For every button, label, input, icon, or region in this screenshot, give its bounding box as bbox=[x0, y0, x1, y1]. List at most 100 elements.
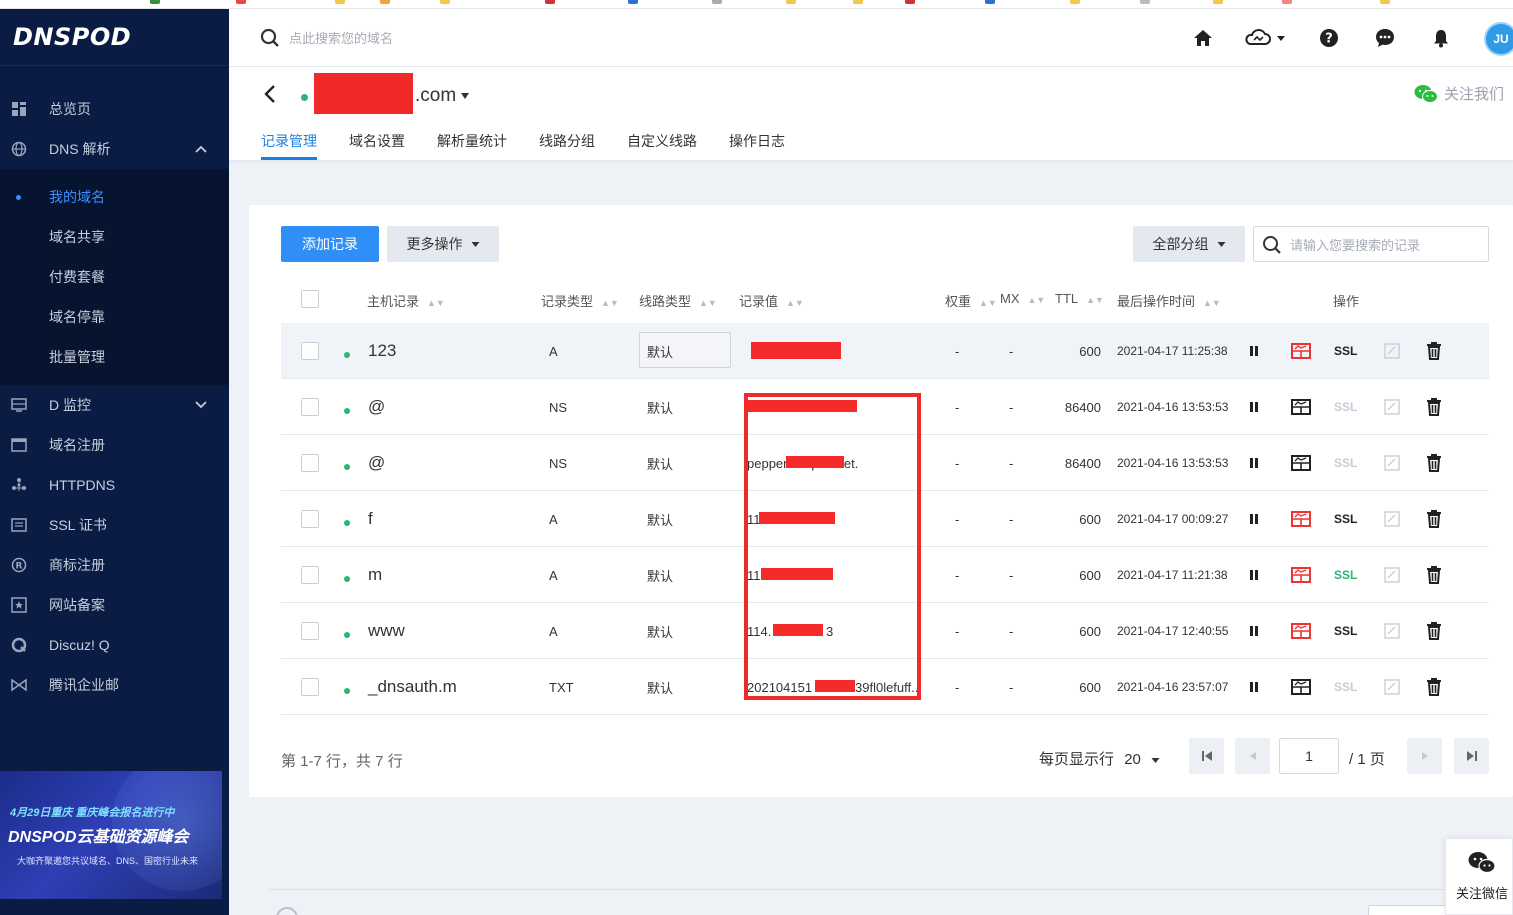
tab-record-management[interactable]: 记录管理 bbox=[261, 131, 317, 151]
cloud-menu-icon[interactable] bbox=[1243, 26, 1287, 50]
sort-icon[interactable]: ▲▼ bbox=[786, 298, 804, 308]
last-page-button[interactable] bbox=[1454, 738, 1489, 774]
next-page-button[interactable] bbox=[1407, 738, 1442, 774]
column-header-line[interactable]: 线路类型 ▲▼ bbox=[639, 291, 717, 310]
sort-icon[interactable]: ▲▼ bbox=[1203, 298, 1221, 308]
delete-icon[interactable] bbox=[1426, 603, 1444, 659]
home-icon[interactable] bbox=[1191, 26, 1215, 50]
chevron-down-icon[interactable] bbox=[193, 398, 209, 412]
dnspod-logo[interactable]: DNSPOD bbox=[0, 9, 229, 66]
caret-down-icon[interactable] bbox=[460, 89, 470, 103]
remark-edit-icon[interactable] bbox=[1384, 547, 1402, 603]
column-header-last-modified[interactable]: 最后操作时间 ▲▼ bbox=[1117, 291, 1221, 310]
first-page-button[interactable] bbox=[1189, 738, 1224, 774]
remark-edit-icon[interactable] bbox=[1384, 659, 1402, 715]
tab-custom-lines[interactable]: 自定义线路 bbox=[627, 131, 697, 151]
monitor-toggle-icon[interactable] bbox=[1291, 547, 1311, 603]
monitor-toggle-icon[interactable] bbox=[1291, 435, 1311, 491]
pause-icon[interactable] bbox=[1249, 547, 1259, 603]
pause-icon[interactable] bbox=[1249, 435, 1259, 491]
column-header-weight[interactable]: 权重 ▲▼ bbox=[945, 291, 997, 310]
sort-icon[interactable]: ▲▼ bbox=[1028, 295, 1046, 305]
back-arrow-icon[interactable] bbox=[263, 83, 277, 111]
monitor-toggle-icon[interactable] bbox=[1291, 323, 1311, 379]
delete-icon[interactable] bbox=[1426, 435, 1444, 491]
ssl-button[interactable]: SSL bbox=[1334, 323, 1357, 379]
sidebar-item-overview[interactable]: 总览页 bbox=[0, 89, 229, 129]
row-checkbox[interactable] bbox=[301, 398, 319, 416]
tab-domain-settings[interactable]: 域名设置 bbox=[349, 131, 405, 151]
page-number-input[interactable] bbox=[1279, 738, 1339, 774]
sidebar-item-batch-manage[interactable]: 批量管理 bbox=[0, 337, 229, 377]
pause-icon[interactable] bbox=[1249, 323, 1259, 379]
ssl-button[interactable]: SSL bbox=[1334, 379, 1357, 435]
ssl-button[interactable]: SSL bbox=[1334, 603, 1357, 659]
table-row[interactable]: 123 A 默认 - - 600 2021-04-17 11:25:38 SSL bbox=[281, 323, 1489, 379]
row-checkbox[interactable] bbox=[301, 566, 319, 584]
sort-icon[interactable]: ▲▼ bbox=[1086, 295, 1104, 305]
domain-search-input[interactable] bbox=[289, 28, 589, 48]
delete-icon[interactable] bbox=[1426, 547, 1444, 603]
tab-line-groups[interactable]: 线路分组 bbox=[539, 131, 595, 151]
sort-icon[interactable]: ▲▼ bbox=[601, 298, 619, 308]
sidebar-item-domain-share[interactable]: 域名共享 bbox=[0, 217, 229, 257]
tab-operation-log[interactable]: 操作日志 bbox=[729, 131, 785, 151]
domain-name-suffix[interactable]: .com bbox=[415, 85, 456, 107]
ssl-button[interactable]: SSL bbox=[1334, 547, 1357, 603]
sidebar-item-discuz[interactable]: Discuz! Q bbox=[0, 625, 229, 665]
pause-icon[interactable] bbox=[1249, 659, 1259, 715]
remark-edit-icon[interactable] bbox=[1384, 491, 1402, 547]
ssl-button[interactable]: SSL bbox=[1334, 435, 1357, 491]
sidebar-item-paid-plans[interactable]: 付费套餐 bbox=[0, 257, 229, 297]
column-header-value[interactable]: 记录值 ▲▼ bbox=[739, 291, 804, 310]
remark-edit-icon[interactable] bbox=[1384, 435, 1402, 491]
follow-wechat-float-button[interactable]: 关注微信 bbox=[1445, 838, 1513, 915]
ssl-button[interactable]: SSL bbox=[1334, 491, 1357, 547]
monitor-toggle-icon[interactable] bbox=[1291, 603, 1311, 659]
monitor-toggle-icon[interactable] bbox=[1291, 379, 1311, 435]
sidebar-item-my-domains[interactable]: 我的域名 bbox=[0, 177, 229, 217]
delete-icon[interactable] bbox=[1426, 379, 1444, 435]
sidebar-item-trademark[interactable]: R 商标注册 bbox=[0, 545, 229, 585]
row-checkbox[interactable] bbox=[301, 622, 319, 640]
sort-icon[interactable]: ▲▼ bbox=[979, 298, 997, 308]
sidebar-item-domain-parking[interactable]: 域名停靠 bbox=[0, 297, 229, 337]
sidebar-item-ssl[interactable]: SSL 证书 bbox=[0, 505, 229, 545]
sidebar-item-domain-register[interactable]: 域名注册 bbox=[0, 425, 229, 465]
monitor-toggle-icon[interactable] bbox=[1291, 659, 1311, 715]
remark-edit-icon[interactable] bbox=[1384, 379, 1402, 435]
sidebar-item-dns[interactable]: DNS 解析 bbox=[0, 129, 229, 169]
summit-ad-banner[interactable]: 4月29日重庆 重庆峰会报名进行中 DNSPOD云基础资源峰会 大咖齐聚邀您共议… bbox=[0, 771, 222, 899]
follow-us-link[interactable]: 关注我们 bbox=[1414, 83, 1504, 104]
row-checkbox[interactable] bbox=[301, 510, 319, 528]
user-avatar[interactable]: JU bbox=[1484, 22, 1513, 56]
ssl-button[interactable]: SSL bbox=[1334, 659, 1357, 715]
column-header-mx[interactable]: MX ▲▼ bbox=[1000, 291, 1045, 306]
tab-resolution-stats[interactable]: 解析量统计 bbox=[437, 131, 507, 151]
pause-icon[interactable] bbox=[1249, 379, 1259, 435]
help-icon[interactable]: ? bbox=[1317, 26, 1341, 50]
sidebar-item-d-monitor[interactable]: D 监控 bbox=[0, 385, 229, 425]
select-all-checkbox[interactable] bbox=[301, 290, 319, 308]
group-filter-dropdown[interactable]: 全部分组 bbox=[1133, 226, 1245, 262]
sidebar-item-httpdns[interactable]: HTTPDNS bbox=[0, 465, 229, 505]
bell-icon[interactable] bbox=[1429, 26, 1453, 50]
sort-icon[interactable]: ▲▼ bbox=[699, 298, 717, 308]
remark-edit-icon[interactable] bbox=[1384, 323, 1402, 379]
pause-icon[interactable] bbox=[1249, 491, 1259, 547]
chevron-up-icon[interactable] bbox=[193, 142, 209, 156]
more-actions-button[interactable]: 更多操作 bbox=[387, 226, 499, 262]
row-checkbox[interactable] bbox=[301, 454, 319, 472]
sidebar-item-icp-filing[interactable]: 网站备案 bbox=[0, 585, 229, 625]
delete-icon[interactable] bbox=[1426, 491, 1444, 547]
monitor-toggle-icon[interactable] bbox=[1291, 491, 1311, 547]
prev-page-button[interactable] bbox=[1235, 738, 1270, 774]
remark-edit-icon[interactable] bbox=[1384, 603, 1402, 659]
row-checkbox[interactable] bbox=[301, 678, 319, 696]
column-header-host[interactable]: 主机记录 ▲▼ bbox=[367, 291, 445, 310]
chat-bubble-icon[interactable] bbox=[1373, 26, 1397, 50]
column-header-type[interactable]: 记录类型 ▲▼ bbox=[541, 291, 619, 310]
page-size-select[interactable]: 每页显示行 20 bbox=[1039, 748, 1160, 769]
column-header-ttl[interactable]: TTL ▲▼ bbox=[1055, 291, 1104, 306]
sidebar-item-tencent-mail[interactable]: 腾讯企业邮 bbox=[0, 665, 229, 705]
